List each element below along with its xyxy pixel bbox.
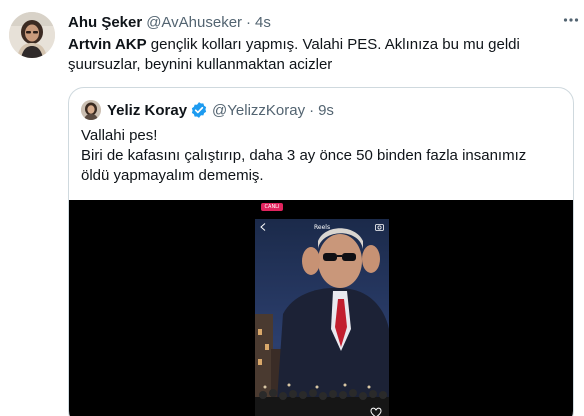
author-handle[interactable]: @AvAhuseker: [146, 14, 242, 31]
chevron-left-icon: [260, 223, 266, 231]
quoted-author-avatar[interactable]: [81, 100, 101, 120]
separator-dot: ·: [246, 13, 252, 31]
quoted-media-video[interactable]: CANLI Reels: [69, 200, 573, 416]
verified-badge-icon: [190, 101, 208, 119]
tweet-text: Artvin AKP gençlik kolları yapmış. Valah…: [68, 35, 568, 75]
tweet-text-line2: şuursuzlar, beynini kullanmaktan acizler: [68, 56, 333, 73]
quoted-tweet-header: Yeliz Koray @YelizzKoray · 9s: [107, 99, 334, 121]
tweet-text-bold: Artvin AKP: [68, 36, 147, 53]
quoted-author-handle[interactable]: @YelizzKoray: [212, 102, 305, 119]
tweet-timestamp[interactable]: 4s: [255, 14, 271, 31]
quoted-text-line: öldü yapmayalım dememiş.: [81, 167, 264, 184]
quoted-tweet[interactable]: Yeliz Koray @YelizzKoray · 9s Vallahi pe…: [68, 87, 574, 416]
video-frame: Reels: [255, 219, 389, 416]
separator-dot: ·: [309, 101, 315, 119]
tweet-header: Ahu Şeker @AvAhuseker · 4s: [68, 12, 271, 32]
quoted-tweet-text: Vallahi pes! Biri de kafasını çalıştırıp…: [81, 126, 561, 186]
quoted-author-name[interactable]: Yeliz Koray: [107, 102, 187, 119]
reels-label: Reels: [314, 224, 331, 231]
tweet[interactable]: Ahu Şeker @AvAhuseker · 4s Artvin AKP ge…: [0, 0, 584, 416]
camera-icon: [375, 223, 384, 231]
author-name[interactable]: Ahu Şeker: [68, 14, 142, 31]
author-avatar[interactable]: [9, 12, 55, 58]
quoted-text-line: Vallahi pes!: [81, 127, 158, 144]
more-options-button[interactable]: [561, 12, 581, 32]
tweet-text-line1: gençlik kolları yapmış. Valahi PES. Aklı…: [146, 36, 520, 53]
quoted-tweet-timestamp[interactable]: 9s: [318, 102, 334, 119]
quoted-text-line: Biri de kafasını çalıştırıp, daha 3 ay ö…: [81, 147, 527, 164]
live-badge: CANLI: [261, 203, 283, 211]
more-horizontal-icon: [562, 11, 580, 34]
